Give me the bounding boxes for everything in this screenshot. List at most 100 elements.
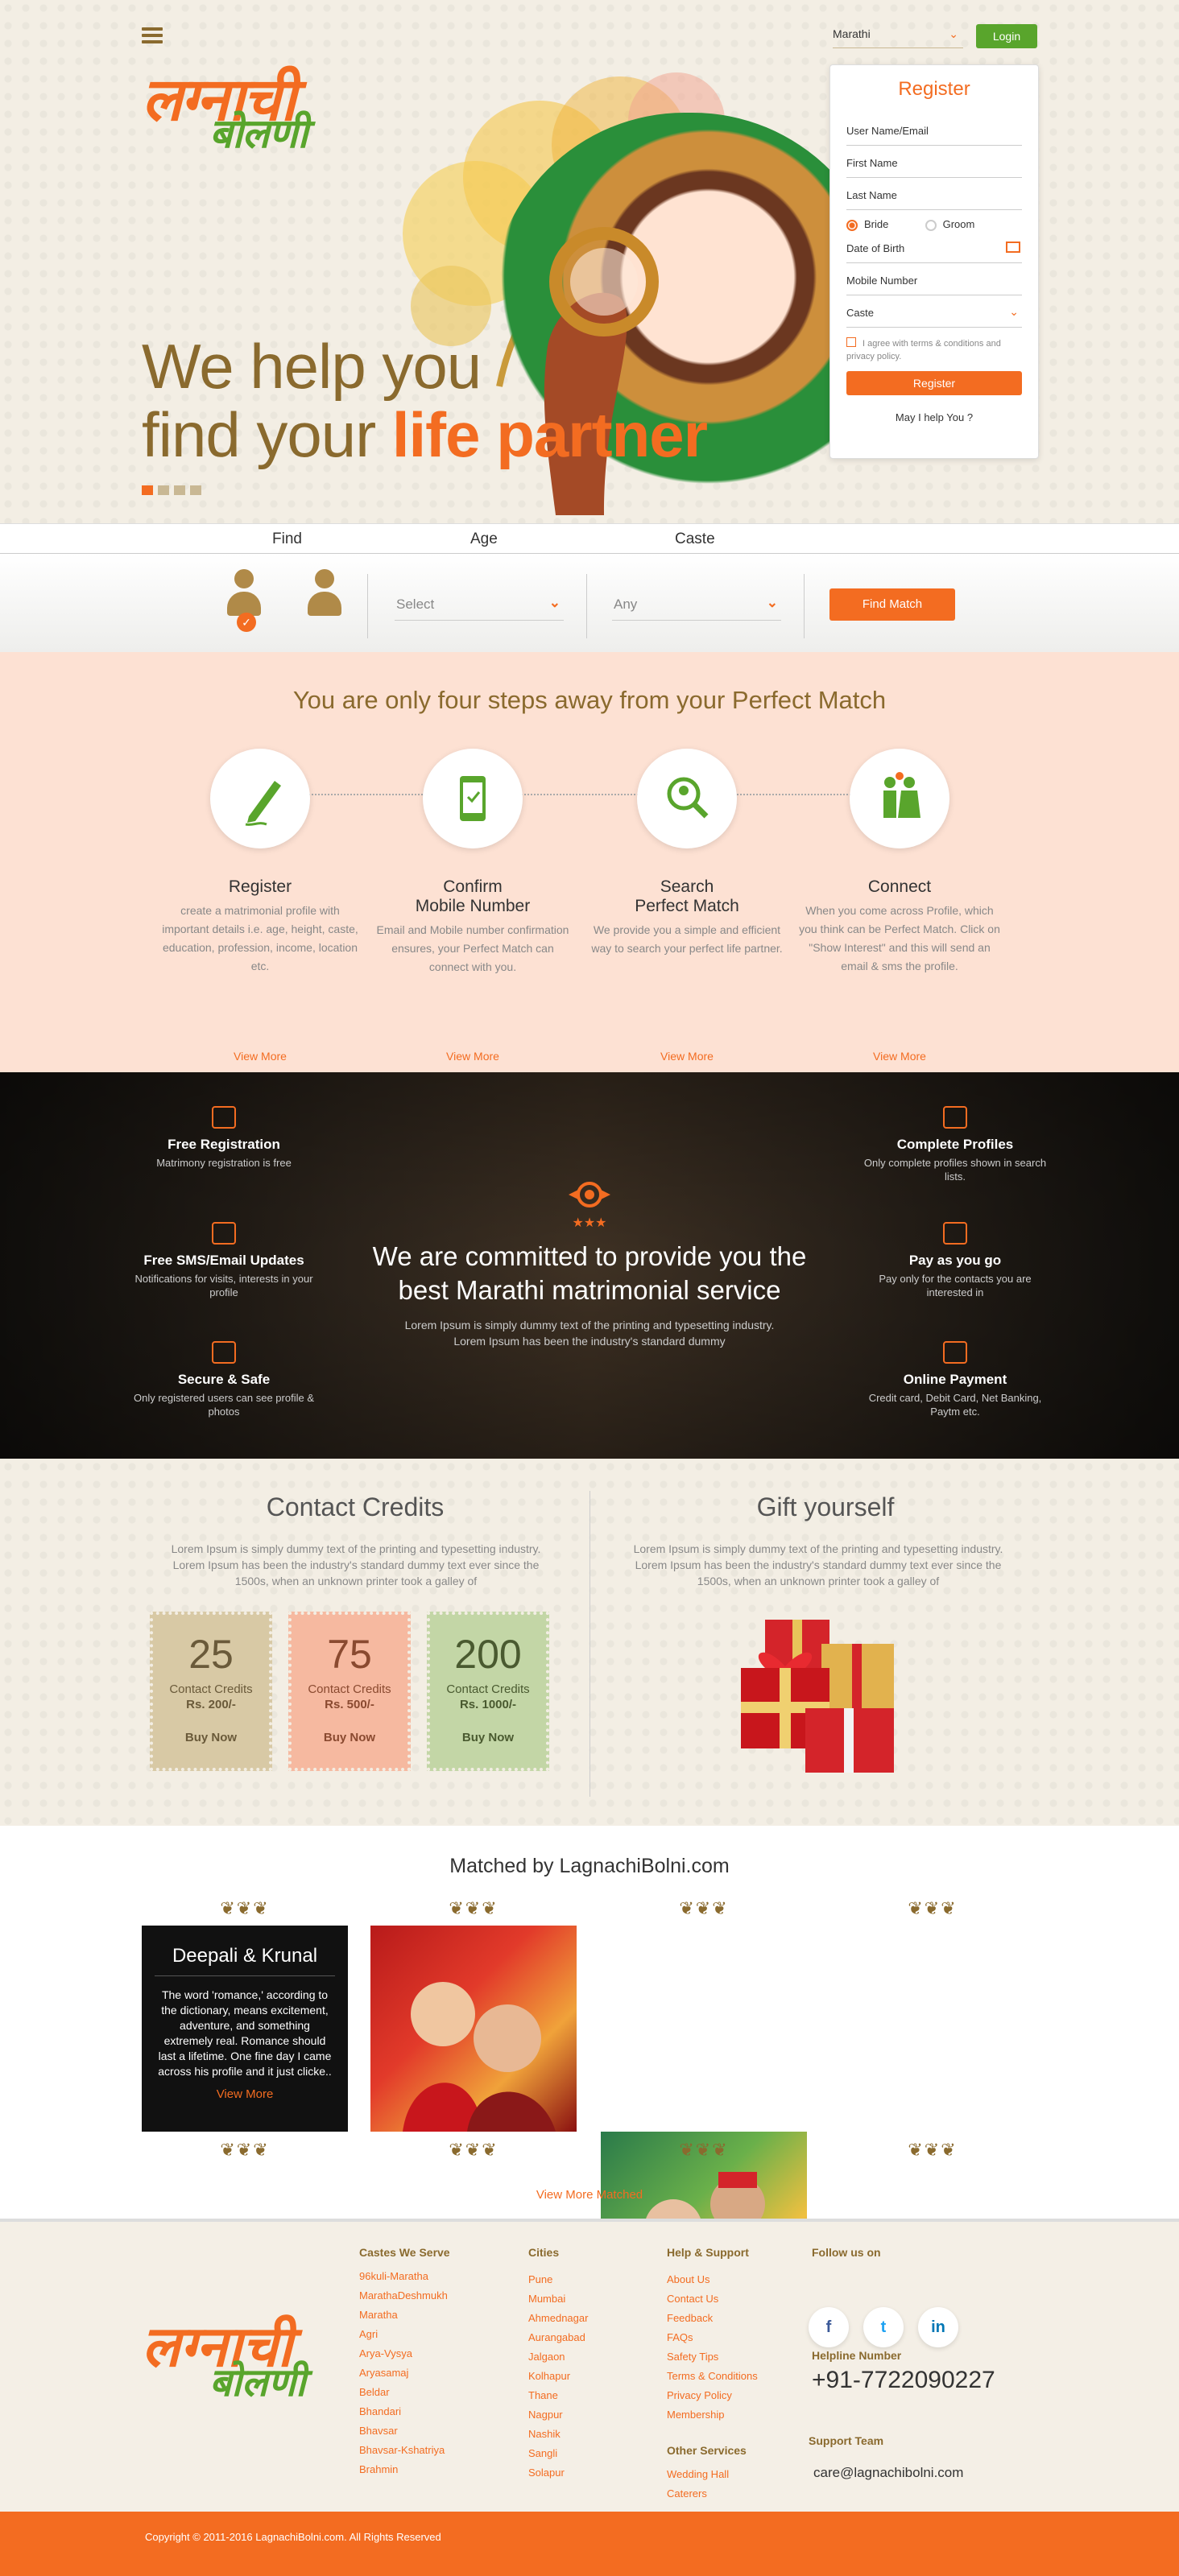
- credit-pack[interactable]: 25 Contact Credits Rs. 200/- Buy Now: [150, 1612, 272, 1771]
- other-service-link[interactable]: Caterers: [667, 2484, 758, 2504]
- credit-pack[interactable]: 75 Contact Credits Rs. 500/- Buy Now: [288, 1612, 411, 1771]
- story-card[interactable]: Deepali & Krunal The word 'romance,' acc…: [142, 1926, 348, 2132]
- slider-dot[interactable]: [190, 485, 201, 495]
- award-emblem-icon: ★★★: [569, 1182, 610, 1230]
- caste-link[interactable]: Maratha: [359, 2306, 450, 2325]
- help-link[interactable]: Membership: [667, 2405, 758, 2425]
- find-match-button[interactable]: Find Match: [829, 588, 955, 621]
- city-link[interactable]: Aurangabad: [528, 2328, 588, 2347]
- help-link[interactable]: Terms & Conditions: [667, 2367, 758, 2386]
- step-text: create a matrimonial profile with import…: [162, 904, 358, 972]
- username-field[interactable]: User Name/Email: [846, 114, 1022, 146]
- step-confirm-mobile: Confirm Mobile Number Email and Mobile n…: [372, 749, 573, 1063]
- caste-link[interactable]: Brahmin: [359, 2460, 450, 2479]
- ornament-icon: ❦❦❦: [908, 2140, 958, 2160]
- caste-value: Any: [614, 597, 638, 612]
- step-text: When you come across Profile, which you …: [799, 904, 1000, 972]
- dob-field[interactable]: Date of Birth: [846, 237, 1022, 263]
- credit-label: Contact Credits: [308, 1682, 391, 1696]
- hero-headline-plain: find your: [142, 399, 392, 470]
- agree-checkbox[interactable]: [846, 337, 856, 347]
- help-link[interactable]: FAQs: [667, 2328, 758, 2347]
- step-view-more-link[interactable]: View More: [799, 1050, 1000, 1063]
- city-link[interactable]: Kolhapur: [528, 2367, 588, 2386]
- step-text: Email and Mobile number confirmation ens…: [376, 923, 569, 973]
- city-link[interactable]: Nashik: [528, 2425, 588, 2444]
- commitment-section: Free Registration Matrimony registration …: [0, 1072, 1179, 1459]
- caste-link[interactable]: Beldar: [359, 2383, 450, 2402]
- support-email[interactable]: care@lagnachibolni.com: [813, 2465, 963, 2481]
- caste-link[interactable]: Bhavsar-Kshatriya: [359, 2441, 450, 2460]
- linkedin-icon[interactable]: in: [918, 2307, 958, 2347]
- city-link[interactable]: Sangli: [528, 2444, 588, 2463]
- castes-heading: Castes We Serve: [359, 2246, 450, 2259]
- credit-pack[interactable]: 200 Contact Credits Rs. 1000/- Buy Now: [427, 1612, 549, 1771]
- help-link[interactable]: May I help You ?: [846, 411, 1022, 423]
- buy-now-button[interactable]: Buy Now: [153, 1731, 269, 1744]
- city-link[interactable]: Thane: [528, 2386, 588, 2405]
- last-name-field[interactable]: Last Name: [846, 178, 1022, 210]
- step-text: We provide you a simple and efficient wa…: [591, 923, 783, 955]
- city-link[interactable]: Nagpur: [528, 2405, 588, 2425]
- step-view-more-link[interactable]: View More: [159, 1050, 361, 1063]
- city-link[interactable]: Pune: [528, 2270, 588, 2289]
- caste-link[interactable]: Agri: [359, 2325, 450, 2344]
- other-service-link[interactable]: Wedding Hall: [667, 2465, 758, 2484]
- story-view-more-link[interactable]: View More: [155, 2087, 335, 2101]
- feature-title: Pay as you go: [908, 1253, 1002, 1268]
- city-link[interactable]: Jalgaon: [528, 2347, 588, 2367]
- help-link[interactable]: About Us: [667, 2270, 758, 2289]
- help-link[interactable]: Safety Tips: [667, 2347, 758, 2367]
- step-view-more-link[interactable]: View More: [372, 1050, 573, 1063]
- chevron-down-icon: ⌄: [766, 595, 778, 610]
- caste-select[interactable]: Caste ⌄: [846, 295, 1022, 328]
- city-link[interactable]: Mumbai: [528, 2289, 588, 2309]
- feature-title: Free SMS/Email Updates: [143, 1253, 304, 1268]
- groom-radio[interactable]: [925, 219, 937, 231]
- caste-search-select[interactable]: Any ⌄: [612, 588, 781, 621]
- commitment-text: Lorem Ipsum is simply dummy text of the …: [404, 1319, 775, 1348]
- register-button[interactable]: Register: [846, 371, 1022, 395]
- caste-link[interactable]: Bhandari: [359, 2402, 450, 2421]
- slider-dots[interactable]: [142, 485, 206, 499]
- user-icon: [943, 1106, 967, 1129]
- city-link[interactable]: Ahmednagar: [528, 2309, 588, 2328]
- first-name-field[interactable]: First Name: [846, 146, 1022, 178]
- mobile-field[interactable]: Mobile Number: [846, 263, 1022, 295]
- groom-icon[interactable]: ✓: [227, 569, 261, 632]
- view-more-matched-link[interactable]: View More Matched: [0, 2188, 1179, 2202]
- buy-now-button[interactable]: Buy Now: [430, 1731, 546, 1744]
- feature-text: Pay only for the contacts you are intere…: [879, 1273, 1032, 1298]
- buy-now-button[interactable]: Buy Now: [292, 1731, 407, 1744]
- bride-radio[interactable]: [846, 219, 858, 231]
- caste-link[interactable]: 96kuli-Maratha: [359, 2267, 450, 2286]
- feature-title: Free Registration: [168, 1137, 280, 1152]
- language-select[interactable]: Marathi ⌄: [833, 24, 963, 48]
- caste-link[interactable]: Arya-Vysya: [359, 2344, 450, 2363]
- couple-photo[interactable]: [370, 1926, 577, 2132]
- matched-title: Matched by LagnachiBolni.com: [449, 1855, 730, 1877]
- slider-dot[interactable]: [142, 485, 153, 495]
- feature-complete-profiles: Complete Profiles Only complete profiles …: [858, 1106, 1052, 1183]
- age-select[interactable]: Select ⌄: [395, 588, 564, 621]
- hamburger-menu-icon[interactable]: [142, 27, 163, 43]
- step-view-more-link[interactable]: View More: [586, 1050, 788, 1063]
- slider-dot[interactable]: [174, 485, 185, 495]
- help-link[interactable]: Feedback: [667, 2309, 758, 2328]
- caste-link[interactable]: MarathaDeshmukh: [359, 2286, 450, 2306]
- help-link[interactable]: Contact Us: [667, 2289, 758, 2309]
- facebook-icon[interactable]: f: [809, 2307, 849, 2347]
- caste-link[interactable]: Bhavsar: [359, 2421, 450, 2441]
- calendar-icon[interactable]: [1006, 242, 1020, 253]
- bride-icon[interactable]: [308, 569, 341, 619]
- ornament-icon: ❦❦❦: [449, 2140, 498, 2160]
- logo-line-2[interactable]: बोलणी: [209, 105, 308, 159]
- login-button[interactable]: Login: [976, 24, 1037, 48]
- slider-dot[interactable]: [158, 485, 169, 495]
- city-link[interactable]: Solapur: [528, 2463, 588, 2483]
- footer-logo-line-2[interactable]: बोलणी: [209, 2355, 306, 2408]
- help-link[interactable]: Privacy Policy: [667, 2386, 758, 2405]
- twitter-icon[interactable]: t: [863, 2307, 904, 2347]
- helpline-number[interactable]: +91-7722090227: [812, 2367, 995, 2394]
- caste-link[interactable]: Aryasamaj: [359, 2363, 450, 2383]
